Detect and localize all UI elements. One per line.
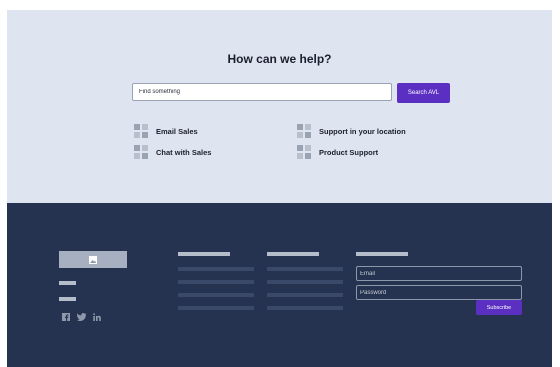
chat-sales-link[interactable]: Chat with Sales [134,145,211,159]
footer: Subscribe [7,203,552,367]
password-field[interactable] [356,285,522,300]
support-location-link[interactable]: Support in your location [297,124,406,138]
footer-link-placeholder[interactable] [178,267,254,271]
search-button[interactable]: Search AVL [397,83,450,103]
subscribe-button[interactable]: Subscribe [476,300,522,315]
page: How can we help? Search AVL Email Sales … [7,10,552,367]
grid-icon [297,124,311,138]
facebook-glyph [62,313,70,321]
product-support-link[interactable]: Product Support [297,145,378,159]
image-placeholder-icon [89,255,97,264]
grid-icon [297,145,311,159]
footer-link-placeholder[interactable] [267,293,343,297]
footer-link-placeholder[interactable] [267,280,343,284]
help-title: How can we help? [227,52,332,66]
newsletter-heading-placeholder [356,252,408,256]
facebook-icon[interactable] [62,313,70,322]
grid-icon [134,145,148,159]
footer-nav-placeholder[interactable] [59,297,76,301]
footer-column-heading-placeholder [267,252,319,256]
linkedin-icon[interactable] [93,313,103,322]
footer-link-placeholder[interactable] [178,293,254,297]
email-field[interactable] [356,266,522,281]
product-support-label: Product Support [319,147,379,157]
email-sales-link[interactable]: Email Sales [134,124,198,138]
email-sales-label: Email Sales [156,126,198,136]
footer-nav-placeholder[interactable] [59,281,76,285]
footer-logo[interactable] [59,251,127,268]
footer-column-heading-placeholder [178,252,230,256]
twitter-glyph [77,313,87,321]
help-section: How can we help? Search AVL Email Sales … [7,10,552,203]
footer-link-placeholder[interactable] [267,306,343,310]
support-location-label: Support in your location [319,126,406,136]
footer-link-placeholder[interactable] [178,280,254,284]
chat-sales-label: Chat with Sales [156,147,212,157]
search-input[interactable] [132,83,392,101]
footer-link-placeholder[interactable] [267,267,343,271]
footer-link-placeholder[interactable] [178,306,254,310]
twitter-icon[interactable] [77,313,87,322]
grid-icon [134,124,148,138]
linkedin-glyph [93,313,101,321]
